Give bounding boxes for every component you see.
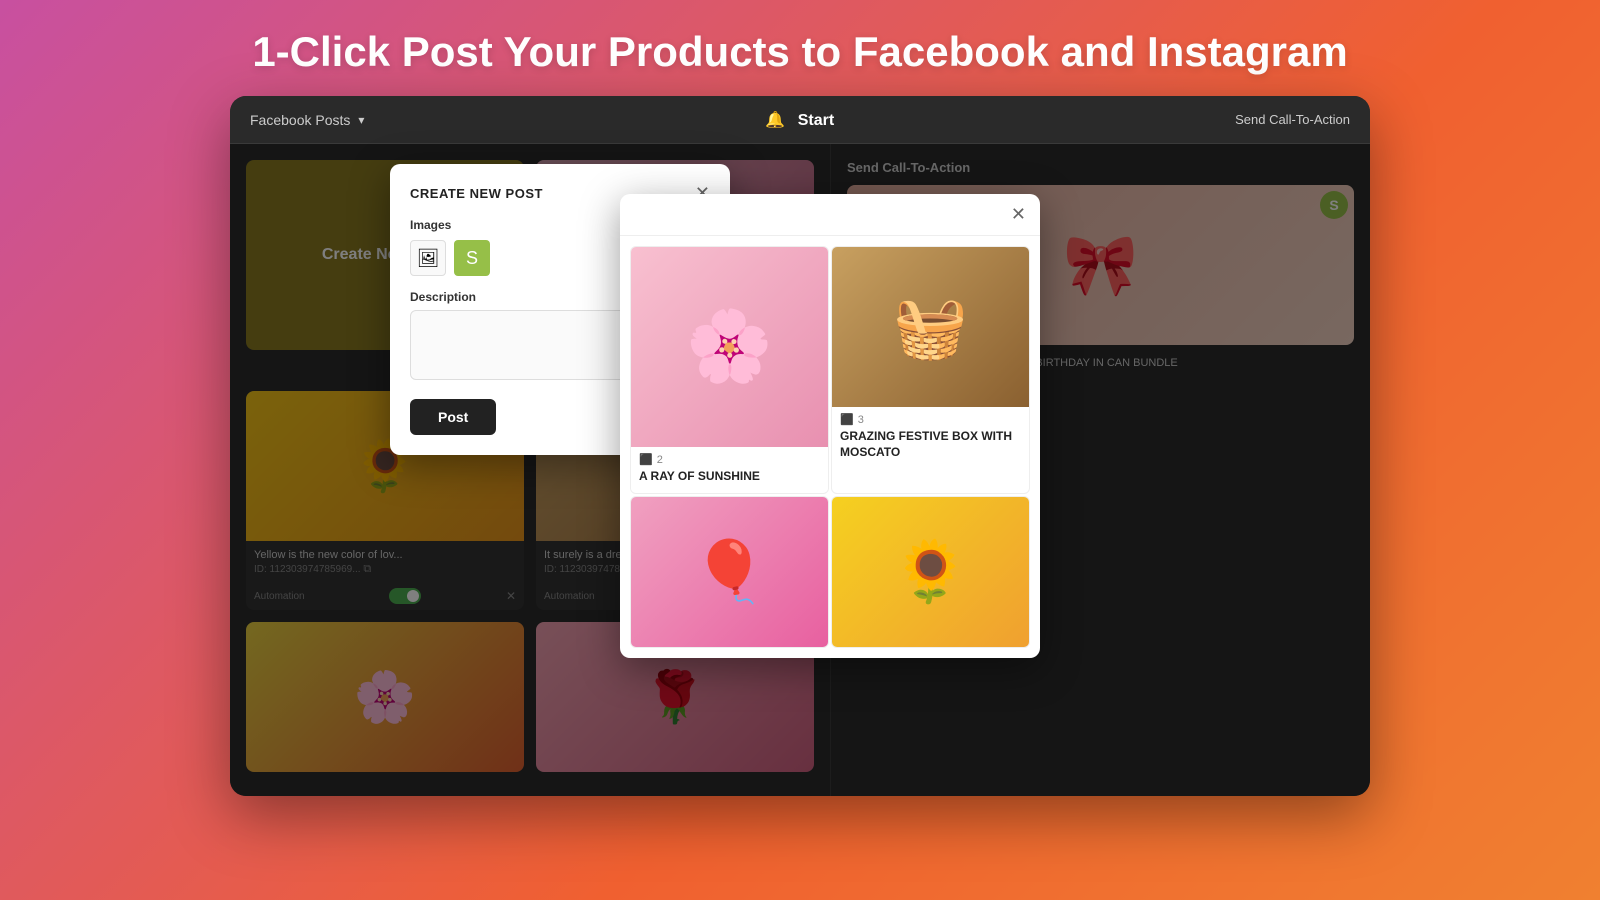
modal-title: CREATE NEW POST	[410, 186, 543, 201]
picker-item-name: A RAY OF SUNSHINE	[639, 469, 820, 485]
picker-item-birthday[interactable]: 🎈	[630, 496, 829, 648]
picker-header: ✕	[620, 194, 1040, 236]
picker-item-sunshine[interactable]: 🌸 ⬛ 2 A RAY OF SUNSHINE	[630, 246, 829, 494]
page-main-title: 1-Click Post Your Products to Facebook a…	[252, 0, 1347, 96]
modal-backdrop: CREATE NEW POST ✕ Images 🖼 S Description…	[230, 144, 1370, 796]
shopify-image-button[interactable]: S	[454, 240, 490, 276]
picker-item-info: ⬛ 2 A RAY OF SUNSHINE	[631, 447, 828, 493]
picker-item-name: GRAZING FESTIVE BOX WITH MOSCATO	[840, 429, 1021, 460]
bell-icon: 🔔	[765, 112, 785, 129]
picker-item-info: ⬛ 3 GRAZING FESTIVE BOX WITH MOSCATO	[832, 407, 1029, 468]
picker-item-image: 🧺	[832, 247, 1029, 407]
picker-item-sunflowers[interactable]: 🌻	[831, 496, 1030, 648]
chevron-down-icon[interactable]: ▾	[358, 113, 364, 127]
topbar-center: 🔔 Start	[765, 110, 834, 130]
picker-item-count: ⬛ 3	[840, 413, 1021, 426]
cta-label: Send Call-To-Action	[1235, 112, 1350, 127]
picker-grid: 🌸 ⬛ 2 A RAY OF SUNSHINE	[620, 236, 1040, 658]
topbar-right: Send Call-To-Action	[1235, 112, 1350, 127]
topbar-left: Facebook Posts ▾	[250, 112, 364, 128]
start-label: Start	[798, 112, 834, 129]
picker-item-image: 🌻	[832, 497, 1029, 647]
facebook-posts-label: Facebook Posts	[250, 112, 350, 128]
picker-item-grazing[interactable]: 🧺 ⬛ 3 GRAZING FESTIVE BOX WITH MOSCATO	[831, 246, 1030, 494]
top-bar: Facebook Posts ▾ 🔔 Start Send Call-To-Ac…	[230, 96, 1370, 144]
picker-item-count: ⬛ 2	[639, 453, 820, 466]
product-picker-modal: ✕ 🌸 ⬛ 2 A RAY OF SUNSHINE	[620, 194, 1040, 658]
picker-item-image: 🎈	[631, 497, 828, 647]
picker-item-image: 🌸	[631, 247, 828, 447]
app-window: Facebook Posts ▾ 🔔 Start Send Call-To-Ac…	[230, 96, 1370, 796]
image-upload-button[interactable]: 🖼	[410, 240, 446, 276]
content-area: Create New Post 💐 Comment 200FF to get t…	[230, 144, 1370, 796]
post-button[interactable]: Post	[410, 399, 496, 435]
picker-close-button[interactable]: ✕	[1011, 204, 1026, 225]
